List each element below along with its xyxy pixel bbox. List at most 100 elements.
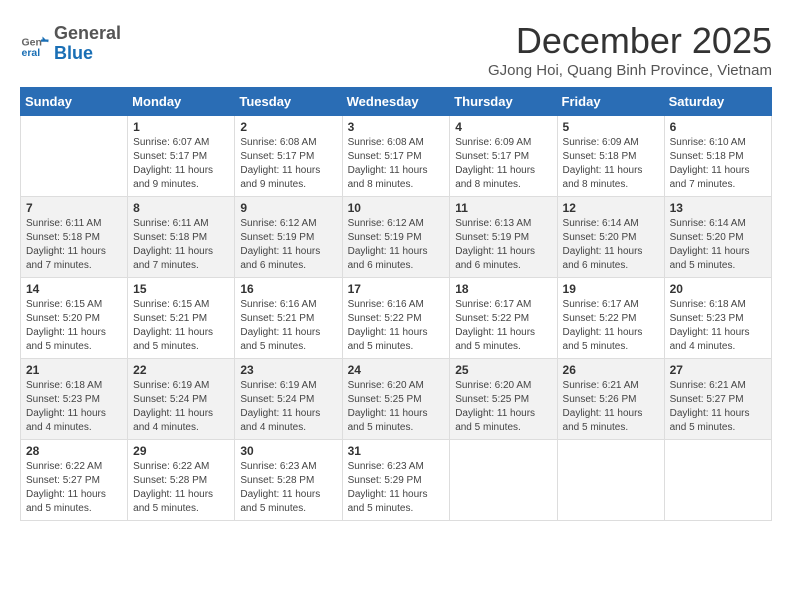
day-number: 15 bbox=[133, 282, 229, 296]
day-number: 6 bbox=[670, 120, 766, 134]
calendar-cell: 1Sunrise: 6:07 AM Sunset: 5:17 PM Daylig… bbox=[128, 116, 235, 197]
title-section: December 2025 GJong Hoi, Quang Binh Prov… bbox=[488, 20, 772, 79]
day-info: Sunrise: 6:18 AM Sunset: 5:23 PM Dayligh… bbox=[670, 298, 766, 354]
day-info: Sunrise: 6:22 AM Sunset: 5:27 PM Dayligh… bbox=[26, 460, 122, 516]
day-number: 1 bbox=[133, 120, 229, 134]
day-number: 31 bbox=[348, 444, 445, 458]
day-info: Sunrise: 6:10 AM Sunset: 5:18 PM Dayligh… bbox=[670, 136, 766, 192]
day-number: 9 bbox=[240, 201, 336, 215]
weekday-header-monday: Monday bbox=[128, 88, 235, 116]
day-number: 7 bbox=[26, 201, 122, 215]
day-info: Sunrise: 6:14 AM Sunset: 5:20 PM Dayligh… bbox=[563, 217, 659, 273]
calendar-cell: 8 Sunrise: 6:11 AM Sunset: 5:18 PM Daylig… bbox=[128, 197, 235, 278]
calendar-body: 1Sunrise: 6:07 AM Sunset: 5:17 PM Daylig… bbox=[21, 116, 772, 521]
day-number: 14 bbox=[26, 282, 122, 296]
calendar-cell: 9 Sunrise: 6:12 AM Sunset: 5:19 PM Daylig… bbox=[235, 197, 342, 278]
calendar-table: SundayMondayTuesdayWednesdayThursdayFrid… bbox=[20, 87, 772, 521]
page-header: Gen eral General Blue December 2025 GJon… bbox=[20, 20, 772, 79]
day-info: Sunrise: 6:23 AM Sunset: 5:29 PM Dayligh… bbox=[348, 460, 445, 516]
calendar-cell: 25Sunrise: 6:20 AM Sunset: 5:25 PM Dayli… bbox=[450, 359, 557, 440]
day-number: 23 bbox=[240, 363, 336, 377]
day-number: 17 bbox=[348, 282, 445, 296]
weekday-header-saturday: Saturday bbox=[664, 88, 771, 116]
day-info: Sunrise: 6:21 AM Sunset: 5:27 PM Dayligh… bbox=[670, 379, 766, 435]
calendar-cell: 5 Sunrise: 6:09 AM Sunset: 5:18 PM Daylig… bbox=[557, 116, 664, 197]
calendar-cell: 27Sunrise: 6:21 AM Sunset: 5:27 PM Dayli… bbox=[664, 359, 771, 440]
day-info: Sunrise: 6:20 AM Sunset: 5:25 PM Dayligh… bbox=[348, 379, 445, 435]
calendar-cell: 21 Sunrise: 6:18 AM Sunset: 5:23 PM Dayli… bbox=[21, 359, 128, 440]
calendar-cell: 3Sunrise: 6:08 AM Sunset: 5:17 PM Daylig… bbox=[342, 116, 450, 197]
weekday-header-row: SundayMondayTuesdayWednesdayThursdayFrid… bbox=[21, 88, 772, 116]
day-info: Sunrise: 6:22 AM Sunset: 5:28 PM Dayligh… bbox=[133, 460, 229, 516]
weekday-header-sunday: Sunday bbox=[21, 88, 128, 116]
day-number: 10 bbox=[348, 201, 445, 215]
day-number: 30 bbox=[240, 444, 336, 458]
day-number: 21 bbox=[26, 363, 122, 377]
day-number: 26 bbox=[563, 363, 659, 377]
day-number: 18 bbox=[455, 282, 551, 296]
calendar-cell: 7 Sunrise: 6:11 AM Sunset: 5:18 PM Daylig… bbox=[21, 197, 128, 278]
calendar-cell bbox=[21, 116, 128, 197]
day-number: 12 bbox=[563, 201, 659, 215]
day-info: Sunrise: 6:15 AM Sunset: 5:20 PM Dayligh… bbox=[26, 298, 122, 354]
day-info: Sunrise: 6:09 AM Sunset: 5:17 PM Dayligh… bbox=[455, 136, 551, 192]
day-number: 2 bbox=[240, 120, 336, 134]
calendar-week-row: 21 Sunrise: 6:18 AM Sunset: 5:23 PM Dayli… bbox=[21, 359, 772, 440]
day-info: Sunrise: 6:12 AM Sunset: 5:19 PM Dayligh… bbox=[348, 217, 445, 273]
logo-icon: Gen eral bbox=[20, 29, 50, 59]
calendar-cell: 19Sunrise: 6:17 AM Sunset: 5:22 PM Dayli… bbox=[557, 278, 664, 359]
day-info: Sunrise: 6:09 AM Sunset: 5:18 PM Dayligh… bbox=[563, 136, 659, 192]
location: GJong Hoi, Quang Binh Province, Vietnam bbox=[488, 62, 772, 79]
calendar-cell: 20 Sunrise: 6:18 AM Sunset: 5:23 PM Dayli… bbox=[664, 278, 771, 359]
day-number: 22 bbox=[133, 363, 229, 377]
calendar-cell: 2 Sunrise: 6:08 AM Sunset: 5:17 PM Daylig… bbox=[235, 116, 342, 197]
logo-general: General bbox=[54, 24, 121, 44]
calendar-cell: 4 Sunrise: 6:09 AM Sunset: 5:17 PM Daylig… bbox=[450, 116, 557, 197]
calendar-cell: 30 Sunrise: 6:23 AM Sunset: 5:28 PM Dayli… bbox=[235, 440, 342, 521]
day-info: Sunrise: 6:19 AM Sunset: 5:24 PM Dayligh… bbox=[240, 379, 336, 435]
calendar-cell: 22 Sunrise: 6:19 AM Sunset: 5:24 PM Dayli… bbox=[128, 359, 235, 440]
day-info: Sunrise: 6:23 AM Sunset: 5:28 PM Dayligh… bbox=[240, 460, 336, 516]
day-info: Sunrise: 6:17 AM Sunset: 5:22 PM Dayligh… bbox=[563, 298, 659, 354]
calendar-cell: 11Sunrise: 6:13 AM Sunset: 5:19 PM Dayli… bbox=[450, 197, 557, 278]
svg-text:eral: eral bbox=[22, 47, 41, 59]
logo-blue: Blue bbox=[54, 44, 121, 64]
day-number: 16 bbox=[240, 282, 336, 296]
calendar-week-row: 28Sunrise: 6:22 AM Sunset: 5:27 PM Dayli… bbox=[21, 440, 772, 521]
day-info: Sunrise: 6:08 AM Sunset: 5:17 PM Dayligh… bbox=[240, 136, 336, 192]
day-info: Sunrise: 6:13 AM Sunset: 5:19 PM Dayligh… bbox=[455, 217, 551, 273]
day-number: 5 bbox=[563, 120, 659, 134]
day-info: Sunrise: 6:12 AM Sunset: 5:19 PM Dayligh… bbox=[240, 217, 336, 273]
calendar-cell: 14 Sunrise: 6:15 AM Sunset: 5:20 PM Dayli… bbox=[21, 278, 128, 359]
calendar-cell bbox=[664, 440, 771, 521]
day-number: 25 bbox=[455, 363, 551, 377]
day-info: Sunrise: 6:14 AM Sunset: 5:20 PM Dayligh… bbox=[670, 217, 766, 273]
day-info: Sunrise: 6:11 AM Sunset: 5:18 PM Dayligh… bbox=[26, 217, 122, 273]
day-number: 4 bbox=[455, 120, 551, 134]
day-info: Sunrise: 6:11 AM Sunset: 5:18 PM Dayligh… bbox=[133, 217, 229, 273]
calendar-cell: 10 Sunrise: 6:12 AM Sunset: 5:19 PM Dayli… bbox=[342, 197, 450, 278]
day-number: 8 bbox=[133, 201, 229, 215]
calendar-week-row: 7 Sunrise: 6:11 AM Sunset: 5:18 PM Daylig… bbox=[21, 197, 772, 278]
day-info: Sunrise: 6:16 AM Sunset: 5:21 PM Dayligh… bbox=[240, 298, 336, 354]
calendar-cell bbox=[557, 440, 664, 521]
day-number: 20 bbox=[670, 282, 766, 296]
calendar-cell: 6 Sunrise: 6:10 AM Sunset: 5:18 PM Daylig… bbox=[664, 116, 771, 197]
calendar-cell: 28Sunrise: 6:22 AM Sunset: 5:27 PM Dayli… bbox=[21, 440, 128, 521]
day-info: Sunrise: 6:16 AM Sunset: 5:22 PM Dayligh… bbox=[348, 298, 445, 354]
day-info: Sunrise: 6:18 AM Sunset: 5:23 PM Dayligh… bbox=[26, 379, 122, 435]
day-number: 3 bbox=[348, 120, 445, 134]
day-info: Sunrise: 6:15 AM Sunset: 5:21 PM Dayligh… bbox=[133, 298, 229, 354]
day-info: Sunrise: 6:19 AM Sunset: 5:24 PM Dayligh… bbox=[133, 379, 229, 435]
calendar-cell: 16 Sunrise: 6:16 AM Sunset: 5:21 PM Dayli… bbox=[235, 278, 342, 359]
logo: Gen eral General Blue bbox=[20, 24, 121, 64]
calendar-cell: 23 Sunrise: 6:19 AM Sunset: 5:24 PM Dayli… bbox=[235, 359, 342, 440]
calendar-cell: 18Sunrise: 6:17 AM Sunset: 5:22 PM Dayli… bbox=[450, 278, 557, 359]
calendar-cell: 15 Sunrise: 6:15 AM Sunset: 5:21 PM Dayli… bbox=[128, 278, 235, 359]
day-number: 29 bbox=[133, 444, 229, 458]
weekday-header-wednesday: Wednesday bbox=[342, 88, 450, 116]
weekday-header-friday: Friday bbox=[557, 88, 664, 116]
calendar-cell: 29 Sunrise: 6:22 AM Sunset: 5:28 PM Dayli… bbox=[128, 440, 235, 521]
month-title: December 2025 bbox=[488, 20, 772, 62]
calendar-week-row: 14 Sunrise: 6:15 AM Sunset: 5:20 PM Dayli… bbox=[21, 278, 772, 359]
